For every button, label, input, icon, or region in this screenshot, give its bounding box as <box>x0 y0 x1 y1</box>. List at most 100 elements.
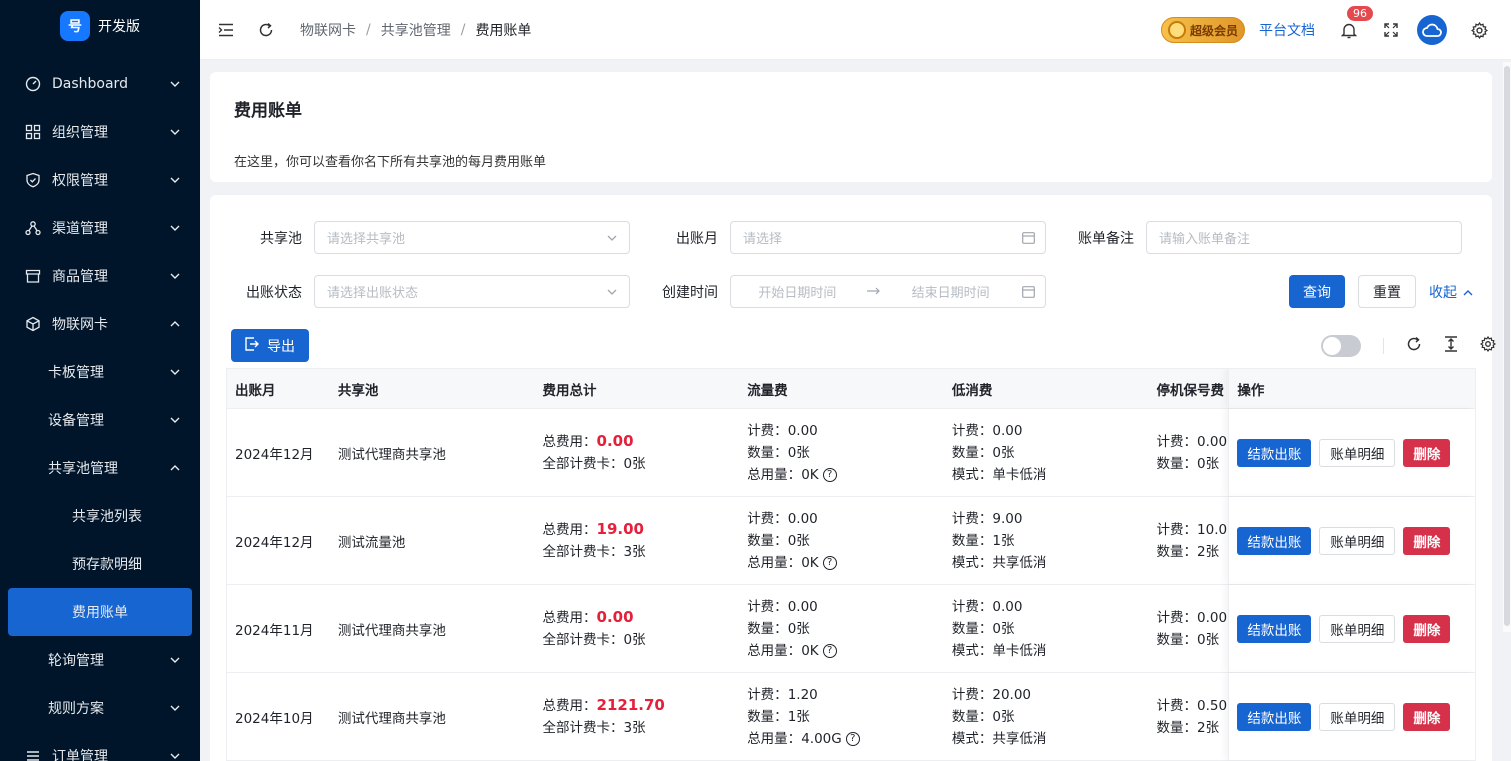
cell-value-low-count: 1张 <box>992 532 1015 549</box>
sidebar-item-label: 权限管理 <box>52 173 108 189</box>
sidebar-item-prepaid-detail[interactable]: 预存款明细 <box>0 540 200 588</box>
question-circle-icon[interactable]: ? <box>845 731 860 746</box>
cell-flow-fee: 计费：0.00 数量：0张 总用量：0K? <box>739 409 944 496</box>
bill-detail-button[interactable]: 账单明细 <box>1319 526 1396 555</box>
start-date-placeholder[interactable]: 开始日期时间 <box>758 282 836 301</box>
sidebar-item-orders[interactable]: 订单管理 <box>0 732 200 761</box>
sidebar-item-pool-list[interactable]: 共享池列表 <box>0 492 200 540</box>
question-circle-icon[interactable]: ? <box>822 467 837 482</box>
sidebar-item-fee-bill[interactable]: 费用账单 <box>8 588 192 636</box>
main-content: 费用账单 在这里，你可以查看你名下所有共享池的每月费用账单 共享池 请选择共享池… <box>210 72 1497 761</box>
sidebar-item-polling[interactable]: 轮询管理 <box>0 636 200 684</box>
sidebar-item-permission[interactable]: 权限管理 <box>0 156 200 204</box>
breadcrumb-item[interactable]: 共享池管理 <box>381 20 451 40</box>
sidebar-item-iot-card[interactable]: 物联网卡 <box>0 300 200 348</box>
cell-low-fee: 计费：20.00 数量：0张 模式：共享低消 <box>944 673 1149 760</box>
cell-value-stop-count: 2张 <box>1197 543 1220 560</box>
sidebar-menu: Dashboard 组织管理 权限管理 渠道管理 商品管理 物联网卡 卡板管理 … <box>0 60 200 761</box>
delete-button[interactable]: 删除 <box>1403 702 1451 731</box>
cell-actions: 结款出账 账单明细 删除 <box>1228 409 1475 496</box>
cell-value-pool: 测试流量池 <box>337 534 406 551</box>
end-date-placeholder[interactable]: 结束日期时间 <box>912 282 990 301</box>
filter-actions: 查询 重置 收起 <box>1289 275 1473 308</box>
created-range-picker[interactable]: 开始日期时间 结束日期时间 <box>730 275 1046 308</box>
table-row: 2024年12月 测试流量池 总费用：19.00 全部计费卡：3张 计费：0.0… <box>227 497 1475 585</box>
sidebar-item-channel[interactable]: 渠道管理 <box>0 204 200 252</box>
cell-label-count: 数量： <box>1156 719 1198 736</box>
table-header-row: 出账月 共享池 费用总计 流量费 低消费 停机保号费 操作 <box>227 369 1475 409</box>
cell-value-pool: 测试代理商共享池 <box>337 710 446 727</box>
sidebar-item-label: 轮询管理 <box>48 653 104 669</box>
status-select[interactable]: 请选择出账状态 <box>314 275 630 308</box>
calendar-icon <box>1021 231 1035 245</box>
breadcrumb-item[interactable]: 物联网卡 <box>300 20 356 40</box>
bill-detail-button[interactable]: 账单明细 <box>1319 702 1396 731</box>
scrollbar-thumb[interactable] <box>1504 66 1510 626</box>
sidebar-item-product[interactable]: 商品管理 <box>0 252 200 300</box>
question-circle-icon[interactable]: ? <box>822 555 837 570</box>
settle-button[interactable]: 结款出账 <box>1237 702 1312 731</box>
status-placeholder: 请选择出账状态 <box>327 286 419 301</box>
menu-fold-icon[interactable] <box>216 20 236 40</box>
delete-button[interactable]: 删除 <box>1403 614 1451 643</box>
chevron-up-icon <box>170 463 180 473</box>
sidebar-item-shared-pool[interactable]: 共享池管理 <box>0 444 200 492</box>
filter-row-1: 共享池 请选择共享池 出账月 请选择 账单备注 请输入账单备注 <box>210 221 1462 254</box>
avatar[interactable] <box>1417 15 1447 45</box>
cell-label-mode: 模式： <box>951 466 993 483</box>
cell-value-stop-fee: 0.00 <box>1197 609 1228 626</box>
cell-label-all-cards: 全部计费卡： <box>542 632 624 648</box>
bill-detail-button[interactable]: 账单明细 <box>1319 438 1396 467</box>
delete-button[interactable]: 删除 <box>1403 526 1451 555</box>
cell-month: 2024年10月 <box>227 673 330 760</box>
chevron-down-icon <box>170 223 180 233</box>
bell-icon[interactable]: 96 <box>1339 6 1373 40</box>
cell-value-low-count: 0张 <box>992 620 1015 637</box>
sidebar-item-label: 订单管理 <box>52 749 108 761</box>
toggle-switch[interactable] <box>1321 335 1361 357</box>
delete-button[interactable]: 删除 <box>1403 438 1451 467</box>
cell-value-flow-usage: 0K <box>801 466 819 483</box>
cell-label-mode: 模式： <box>951 554 993 571</box>
sidebar-item-dashboard[interactable]: Dashboard <box>0 60 200 108</box>
column-header: 流量费 <box>747 382 788 399</box>
settle-button[interactable]: 结款出账 <box>1237 526 1312 555</box>
cell-value-low-mode: 单卡低消 <box>992 466 1047 483</box>
export-button[interactable]: 导出 <box>231 329 309 362</box>
cell-stop-fee: 计费：0.50 数量：2张 <box>1149 673 1229 760</box>
gear-icon[interactable] <box>1469 20 1489 40</box>
sidebar-item-label: 渠道管理 <box>52 221 108 237</box>
column-settings-icon[interactable] <box>1479 335 1497 356</box>
month-picker[interactable]: 请选择 <box>730 221 1046 254</box>
header-actions: 超级会员 平台文档 96 <box>1161 0 1511 60</box>
sidebar-item-organization[interactable]: 组织管理 <box>0 108 200 156</box>
table-toolbar: 导出 <box>231 329 309 362</box>
remark-input[interactable]: 请输入账单备注 <box>1146 221 1462 254</box>
sidebar-item-card-board[interactable]: 卡板管理 <box>0 348 200 396</box>
settle-button[interactable]: 结款出账 <box>1237 614 1312 643</box>
query-button[interactable]: 查询 <box>1289 275 1345 308</box>
vip-badge[interactable]: 超级会员 <box>1161 17 1245 43</box>
sidebar-item-rule-plan[interactable]: 规则方案 <box>0 684 200 732</box>
collapse-toggle[interactable]: 收起 <box>1429 282 1473 302</box>
reset-button[interactable]: 重置 <box>1358 275 1416 308</box>
sidebar-item-device[interactable]: 设备管理 <box>0 396 200 444</box>
breadcrumb-separator: / <box>366 21 371 38</box>
bill-detail-button[interactable]: 账单明细 <box>1319 614 1396 643</box>
question-circle-icon[interactable]: ? <box>822 643 837 658</box>
cell-value-pool: 测试代理商共享池 <box>337 622 446 639</box>
refresh-icon[interactable] <box>256 20 276 40</box>
reload-icon[interactable] <box>1406 336 1422 356</box>
fullscreen-icon[interactable] <box>1381 20 1401 40</box>
settle-button[interactable]: 结款出账 <box>1237 438 1312 467</box>
arrow-right-icon <box>867 284 881 299</box>
column-height-icon[interactable] <box>1444 336 1458 356</box>
cell-value-month: 2024年12月 <box>235 446 314 463</box>
chevron-down-icon <box>170 415 180 425</box>
page-scrollbar[interactable] <box>1503 62 1511 632</box>
cell-total: 总费用：2121.70 全部计费卡：3张 <box>535 673 740 760</box>
platform-docs-link[interactable]: 平台文档 <box>1259 20 1315 40</box>
cell-value-low-fee: 9.00 <box>992 510 1023 527</box>
pool-select[interactable]: 请选择共享池 <box>314 221 630 254</box>
toggle-knob <box>1323 337 1341 355</box>
